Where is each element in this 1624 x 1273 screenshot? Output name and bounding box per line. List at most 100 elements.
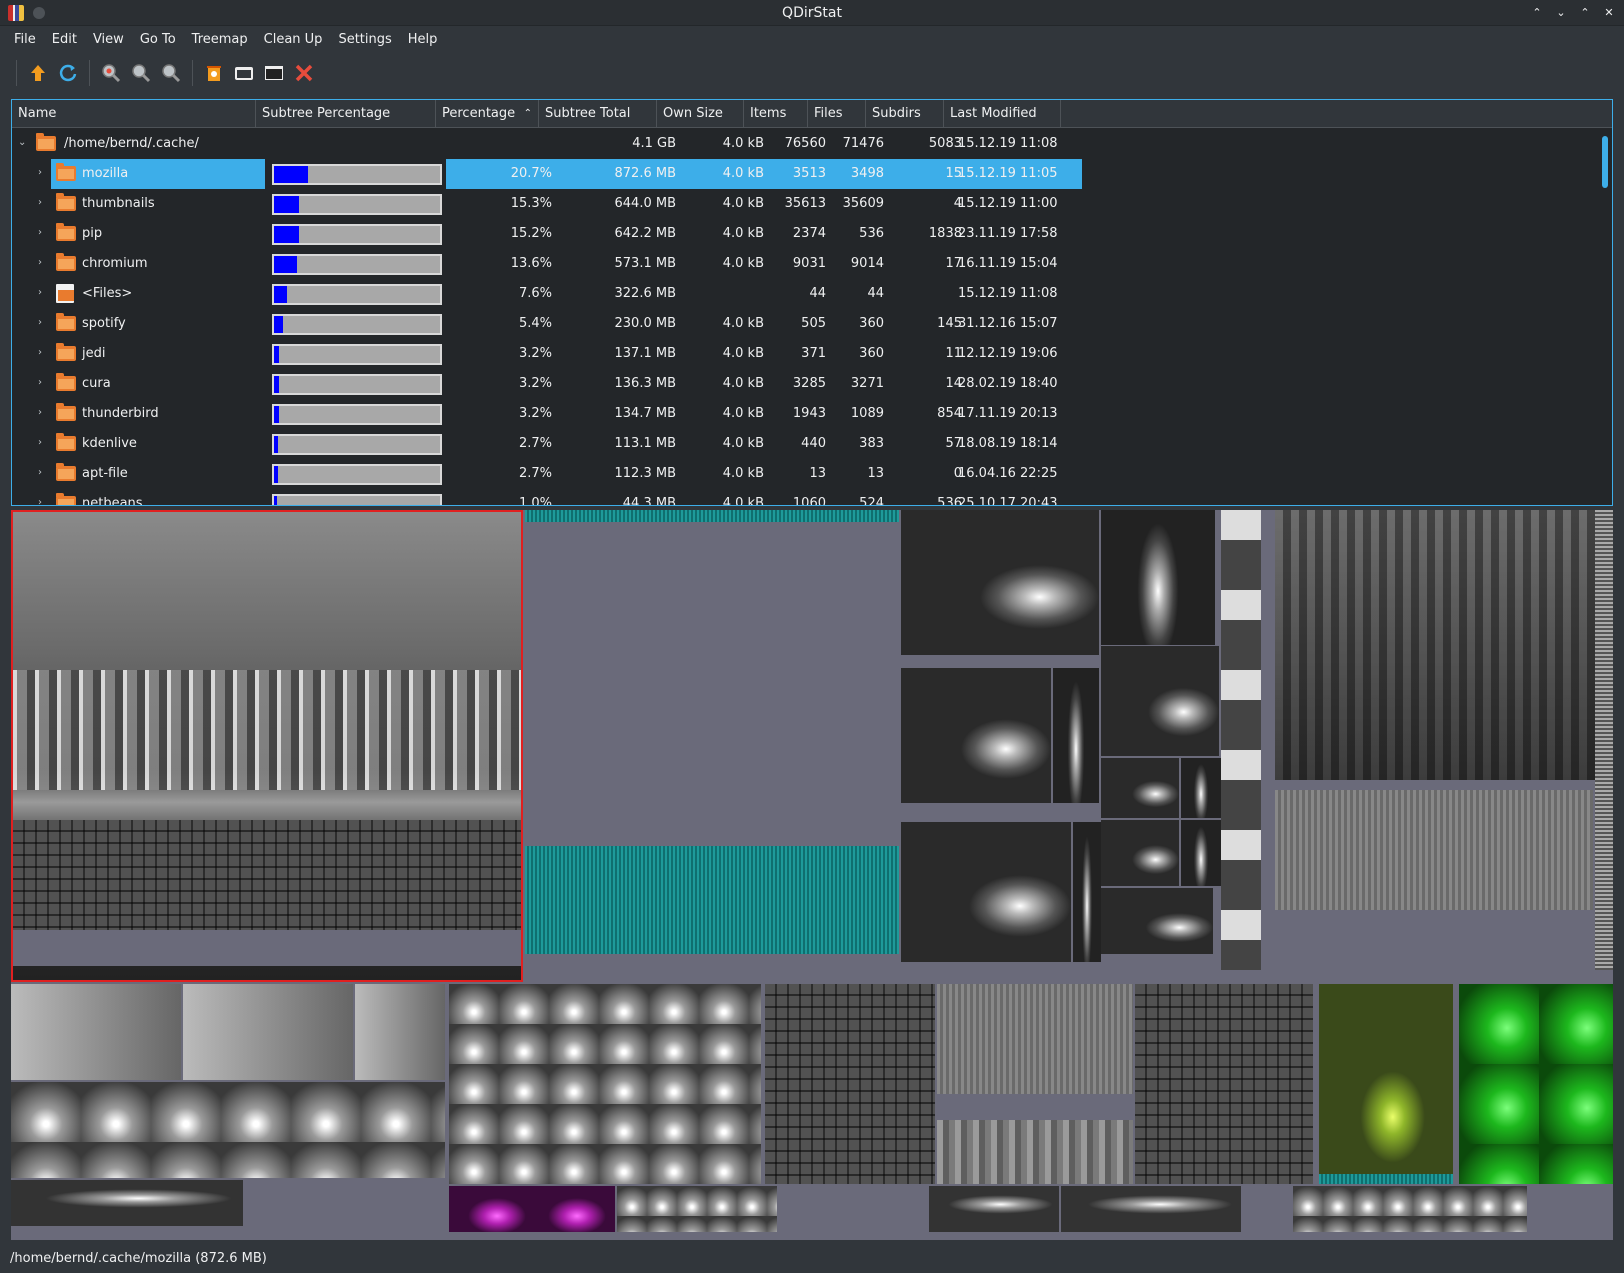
tree-row[interactable]: › thunderbird 3.2% 134.7 MB 4.0 kB 1943 1089 85… bbox=[12, 399, 1592, 429]
treemap-tile[interactable] bbox=[11, 984, 181, 1080]
treemap-tile[interactable] bbox=[901, 822, 1071, 962]
chevron-right-icon[interactable]: › bbox=[38, 497, 42, 505]
treemap-tile[interactable] bbox=[1101, 820, 1179, 886]
chevron-down-icon[interactable]: ⌄ bbox=[18, 137, 26, 148]
directory-tree[interactable]: Name Subtree Percentage Percentage ⌃ Sub… bbox=[11, 99, 1613, 506]
tree-row-root[interactable]: ⌄ /home/bernd/.cache/ 4.1 GB 4.0 kB 7656… bbox=[12, 129, 1592, 159]
treemap-tile[interactable] bbox=[1319, 1174, 1453, 1184]
tree-row[interactable]: › <Files> 7.6% 322.6 MB 44 44 15.12.19 11:08 bbox=[12, 279, 1592, 309]
delete-icon[interactable] bbox=[289, 58, 319, 88]
treemap-tile[interactable] bbox=[355, 984, 445, 1080]
treemap-tile[interactable] bbox=[449, 984, 761, 1184]
zoom-in-icon[interactable] bbox=[96, 58, 126, 88]
column-header-subtree-percentage[interactable]: Subtree Percentage bbox=[256, 100, 436, 128]
menu-help[interactable]: Help bbox=[400, 27, 446, 53]
treemap-tile[interactable] bbox=[929, 1186, 1059, 1232]
column-header-own-size[interactable]: Own Size bbox=[657, 100, 744, 128]
tree-row[interactable]: › spotify 5.4% 230.0 MB 4.0 kB 505 360 145 31.12… bbox=[12, 309, 1592, 339]
menu-settings[interactable]: Settings bbox=[330, 27, 399, 53]
treemap-tile[interactable] bbox=[1073, 822, 1101, 962]
tree-row[interactable]: › netbeans 1.0% 44.3 MB 4.0 kB 1060 524 536 25.1… bbox=[12, 489, 1592, 506]
minimize-icon[interactable]: ⌄ bbox=[1552, 4, 1570, 22]
treemap-tile-chromium[interactable] bbox=[1275, 510, 1605, 780]
chevron-right-icon[interactable]: › bbox=[38, 347, 42, 358]
tree-row[interactable]: › apt-file 2.7% 112.3 MB 4.0 kB 13 13 0 16.04.16… bbox=[12, 459, 1592, 489]
treemap-tile[interactable] bbox=[183, 984, 353, 1080]
cell-subtree-total: 44.3 MB bbox=[622, 496, 676, 506]
maximize-icon[interactable]: ⌃ bbox=[1576, 4, 1594, 22]
treemap-tile-green[interactable] bbox=[1459, 984, 1613, 1184]
treemap-tile[interactable] bbox=[937, 984, 1133, 1094]
chevron-right-icon[interactable]: › bbox=[38, 197, 42, 208]
tree-row[interactable]: › thumbnails 15.3% 644.0 MB 4.0 kB 35613 35609… bbox=[12, 189, 1592, 219]
treemap-tile[interactable] bbox=[1135, 984, 1313, 1184]
treemap[interactable] bbox=[11, 510, 1613, 1240]
tree-row[interactable]: › mozilla 20.7% 872.6 MB 4.0 kB 3513 3498 15 15.… bbox=[12, 159, 1592, 189]
treemap-tile[interactable] bbox=[1101, 888, 1213, 954]
zoom-reset-icon[interactable] bbox=[156, 58, 186, 88]
column-header-files[interactable]: Files bbox=[808, 100, 866, 128]
treemap-tile[interactable] bbox=[11, 1082, 445, 1178]
menu-edit[interactable]: Edit bbox=[44, 27, 85, 53]
treemap-tile[interactable] bbox=[1181, 820, 1221, 886]
chevron-right-icon[interactable]: › bbox=[38, 227, 42, 238]
treemap-tile[interactable] bbox=[13, 820, 521, 930]
treemap-tile[interactable] bbox=[1221, 510, 1261, 970]
treemap-tile[interactable] bbox=[11, 1180, 243, 1226]
tree-row[interactable]: › cura 3.2% 136.3 MB 4.0 kB 3285 3271 14 28.02.1… bbox=[12, 369, 1592, 399]
treemap-tile[interactable] bbox=[1293, 1186, 1527, 1232]
go-up-icon[interactable] bbox=[23, 58, 53, 88]
chevron-right-icon[interactable]: › bbox=[38, 317, 42, 328]
treemap-tile[interactable] bbox=[1595, 510, 1613, 970]
column-header-subdirs[interactable]: Subdirs bbox=[866, 100, 944, 128]
column-header-last-modified[interactable]: Last Modified bbox=[944, 100, 1061, 128]
chevron-right-icon[interactable]: › bbox=[38, 257, 42, 268]
tree-row[interactable]: › jedi 3.2% 137.1 MB 4.0 kB 371 360 11 12.12.19 … bbox=[12, 339, 1592, 369]
refresh-icon[interactable] bbox=[53, 58, 83, 88]
trash-icon[interactable] bbox=[199, 58, 229, 88]
treemap-tile[interactable] bbox=[1101, 758, 1179, 818]
menu-treemap[interactable]: Treemap bbox=[184, 27, 256, 53]
menu-file[interactable]: File bbox=[6, 27, 44, 53]
treemap-tile[interactable] bbox=[937, 1120, 1133, 1184]
treemap-tile[interactable] bbox=[13, 930, 521, 966]
tree-row[interactable]: › kdenlive 2.7% 113.1 MB 4.0 kB 440 383 57 18.08… bbox=[12, 429, 1592, 459]
treemap-tile[interactable] bbox=[901, 510, 1099, 655]
treemap-tile[interactable] bbox=[13, 670, 521, 790]
menu-view[interactable]: View bbox=[85, 27, 132, 53]
treemap-tile-thumbnails[interactable] bbox=[525, 846, 899, 954]
column-header-name[interactable]: Name bbox=[12, 100, 256, 128]
column-header-percentage[interactable]: Percentage ⌃ bbox=[436, 100, 539, 128]
chevron-right-icon[interactable]: › bbox=[38, 377, 42, 388]
subtree-percentage-bar bbox=[272, 374, 442, 395]
column-header-items[interactable]: Items bbox=[744, 100, 808, 128]
file-manager-icon[interactable] bbox=[229, 58, 259, 88]
close-icon[interactable]: ✕ bbox=[1600, 4, 1618, 22]
treemap-tile[interactable] bbox=[1101, 646, 1219, 756]
treemap-tile[interactable] bbox=[617, 1186, 777, 1232]
tree-row[interactable]: › chromium 13.6% 573.1 MB 4.0 kB 9031 9014 17 16… bbox=[12, 249, 1592, 279]
treemap-tile[interactable] bbox=[1275, 790, 1593, 910]
chevron-right-icon[interactable]: › bbox=[38, 287, 42, 298]
tree-row[interactable]: › pip 15.2% 642.2 MB 4.0 kB 2374 536 1838 23.11.… bbox=[12, 219, 1592, 249]
menu-go-to[interactable]: Go To bbox=[132, 27, 184, 53]
treemap-tile[interactable] bbox=[1053, 668, 1099, 803]
treemap-tile[interactable] bbox=[765, 984, 935, 1184]
treemap-tile-spotify[interactable] bbox=[1319, 984, 1453, 1174]
zoom-out-icon[interactable] bbox=[126, 58, 156, 88]
chevron-right-icon[interactable]: › bbox=[38, 467, 42, 478]
tree-scrollbar[interactable] bbox=[1602, 136, 1608, 188]
treemap-tile-magenta[interactable] bbox=[449, 1186, 615, 1232]
treemap-tile[interactable] bbox=[525, 510, 899, 522]
menu-clean-up[interactable]: Clean Up bbox=[256, 27, 331, 53]
treemap-tile[interactable] bbox=[1101, 510, 1215, 645]
chevron-right-icon[interactable]: › bbox=[38, 437, 42, 448]
keep-above-icon[interactable]: ⌃ bbox=[1528, 4, 1546, 22]
chevron-right-icon[interactable]: › bbox=[38, 407, 42, 418]
treemap-tile[interactable] bbox=[1181, 758, 1221, 818]
chevron-right-icon[interactable]: › bbox=[38, 167, 42, 178]
column-header-subtree-total[interactable]: Subtree Total bbox=[539, 100, 657, 128]
treemap-tile[interactable] bbox=[1061, 1186, 1241, 1232]
treemap-tile[interactable] bbox=[901, 668, 1051, 803]
terminal-icon[interactable] bbox=[259, 58, 289, 88]
